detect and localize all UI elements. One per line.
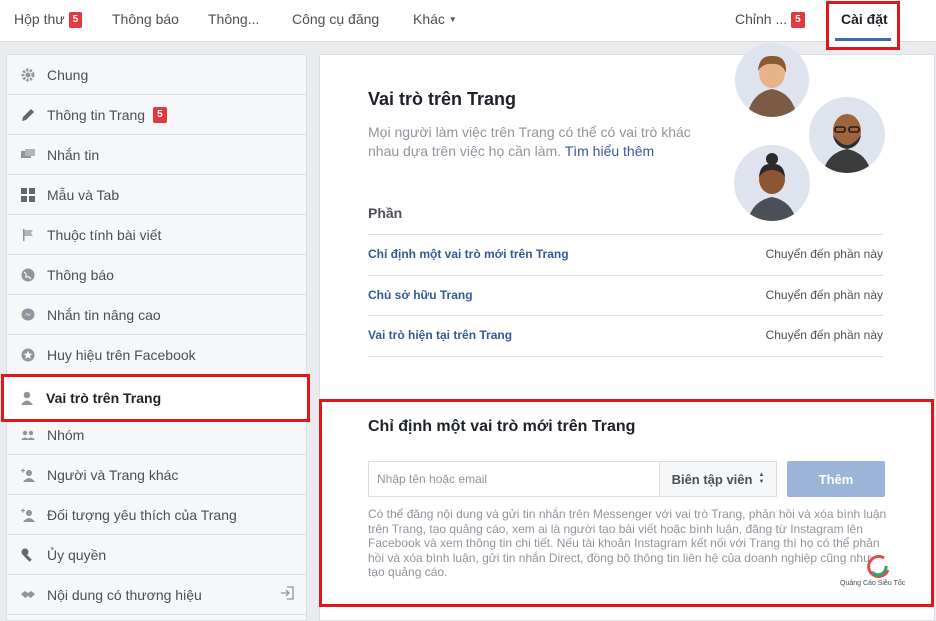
- sidebar-item-label: Thông báo: [47, 266, 114, 283]
- sidebar-item-label: Huy hiệu trên Facebook: [47, 346, 196, 363]
- sidebar-item-facebook-badges[interactable]: Huy hiệu trên Facebook: [7, 335, 306, 375]
- sidebar-item-advanced-messaging[interactable]: Nhắn tin nâng cao: [7, 295, 306, 335]
- handshake-icon: [19, 586, 37, 604]
- sidebar-item-page-info[interactable]: Thông tin Trang 5: [7, 95, 306, 135]
- grid-icon: [19, 186, 37, 204]
- page-info-badge: 5: [153, 106, 167, 123]
- role-help-text: Có thể đăng nội dung và gửi tin nhắn trê…: [368, 507, 887, 579]
- learn-more-link[interactable]: Tìm hiểu thêm: [565, 143, 654, 159]
- flag-icon: [19, 226, 37, 244]
- sidebar-item-label: Thuộc tính bài viết: [47, 226, 162, 243]
- nav-insights[interactable]: Thông...: [208, 0, 259, 42]
- role-select-value: Biên tập viên: [671, 471, 753, 487]
- sidebar-item-people-other-pages[interactable]: Người và Trang khác: [7, 455, 306, 495]
- pencil-icon: [19, 106, 37, 124]
- nav-more[interactable]: Khác ▼: [413, 0, 457, 42]
- go-to-section-link[interactable]: Chuyển đến phần này: [766, 288, 883, 302]
- sidebar-item-label: Nhắn tin nâng cao: [47, 306, 161, 323]
- active-tab-underline: [835, 38, 891, 41]
- sidebar-item-label: Nhắn tin: [47, 146, 100, 163]
- caret-down-icon: ▼: [448, 15, 457, 24]
- sidebar-item-notifications[interactable]: Thông báo: [7, 255, 306, 295]
- nav-inbox-label: Hộp thư: [14, 11, 65, 27]
- sidebar-item-label: Nội dung có thương hiệu: [47, 586, 202, 603]
- sidebar-item-label: Mẫu và Tab: [47, 186, 120, 203]
- tab-settings-label: Cài đặt: [841, 11, 888, 27]
- nav-inbox[interactable]: Hộp thư 5: [14, 0, 83, 42]
- chat-icon: [19, 146, 37, 164]
- page-roles-description: Mọi người làm việc trên Trang có thể có …: [368, 123, 708, 161]
- messenger-icon: [19, 306, 37, 324]
- gear-icon: [19, 66, 37, 84]
- person-plus-icon: [19, 506, 37, 524]
- sidebar-item-messaging[interactable]: Nhắn tin: [7, 135, 306, 175]
- section-row[interactable]: Chủ sở hữu Trang Chuyển đến phần này: [368, 275, 883, 316]
- settings-sidebar: Chung Thông tin Trang 5 Nhắn tin Mẫu và …: [6, 54, 307, 621]
- sidebar-item-authorizations[interactable]: Ủy quyền: [7, 535, 306, 575]
- avatar: [735, 43, 809, 117]
- sidebar-item-label: Thông tin Trang: [47, 106, 146, 123]
- sidebar-item-post-attribution[interactable]: Thuộc tính bài viết: [7, 215, 306, 255]
- nav-more-label: Khác: [413, 11, 445, 27]
- go-to-section-link[interactable]: Chuyển đến phần này: [766, 328, 883, 342]
- globe-icon: [19, 266, 37, 284]
- sort-arrows-icon: ▲ ▼: [758, 472, 765, 485]
- person-icon: [18, 389, 36, 407]
- sidebar-item-branded-content[interactable]: Nội dung có thương hiệu: [7, 575, 306, 615]
- sidebar-item-label: Ủy quyền: [47, 546, 107, 563]
- nav-insights-label: Thông...: [208, 11, 260, 27]
- sidebar-item-label: Vai trò trên Trang: [46, 390, 162, 406]
- watermark-logo: Quảng Cáo Siêu Tốc: [834, 552, 914, 592]
- section-row-label[interactable]: Chủ sở hữu Trang: [368, 288, 473, 302]
- sidebar-item-page-roles[interactable]: Vai trò trên Trang: [1, 374, 310, 422]
- go-to-section-link[interactable]: Chuyển đến phần này: [766, 247, 883, 261]
- sections-heading: Phần: [368, 205, 403, 221]
- group-icon: [19, 426, 37, 444]
- star-icon: [19, 346, 37, 364]
- wrench-icon: [19, 546, 37, 564]
- person-plus-icon: [19, 466, 37, 484]
- watermark-text: Quảng Cáo Siêu Tốc: [840, 580, 906, 587]
- assign-role-title: Chỉ định một vai trò mới trên Trang: [368, 418, 636, 435]
- sidebar-item-label: Nhóm: [47, 426, 85, 443]
- nav-notifications-label: Thông báo: [112, 11, 179, 27]
- sidebar-item-templates-tabs[interactable]: Mẫu và Tab: [7, 175, 306, 215]
- avatar: [809, 97, 885, 173]
- nav-edit-label: Chỉnh ...: [735, 11, 788, 27]
- section-row[interactable]: Chỉ định một vai trò mới trên Trang Chuy…: [368, 234, 883, 275]
- sign-in-icon[interactable]: [280, 586, 294, 603]
- nav-edit[interactable]: Chỉnh ... 5: [735, 0, 805, 42]
- sidebar-item-label: Người và Trang khác: [47, 466, 179, 483]
- section-row-label[interactable]: Chỉ định một vai trò mới trên Trang: [368, 247, 569, 261]
- add-role-button[interactable]: Thêm: [787, 461, 885, 497]
- sidebar-item-label: Đối tượng yêu thích của Trang: [47, 506, 237, 523]
- sidebar-item-label: Chung: [47, 66, 89, 83]
- section-row[interactable]: Vai trò hiện tại trên Trang Chuyển đến p…: [368, 315, 883, 356]
- section-row-label[interactable]: Vai trò hiện tại trên Trang: [368, 328, 512, 342]
- avatar: [734, 145, 810, 221]
- page-top-nav: Hộp thư 5 Thông báo Thông... Công cụ đăng…: [0, 0, 936, 42]
- nav-publishing-tools[interactable]: Công cụ đăng: [292, 0, 379, 42]
- assign-role-section: Chỉ định một vai trò mới trên Trang Biên…: [319, 399, 934, 607]
- inbox-badge: 5: [68, 12, 83, 28]
- tab-settings[interactable]: Cài đặt: [826, 1, 900, 50]
- name-or-email-input[interactable]: [368, 461, 660, 497]
- page-title: Vai trò trên Trang: [368, 89, 517, 109]
- sidebar-item-general[interactable]: Chung: [7, 55, 306, 95]
- sidebar-item-preferred-audience[interactable]: Đối tượng yêu thích của Trang: [7, 495, 306, 535]
- divider: [368, 356, 883, 357]
- role-select[interactable]: Biên tập viên ▲ ▼: [659, 461, 777, 497]
- edit-badge: 5: [791, 12, 805, 28]
- nav-publishing-tools-label: Công cụ đăng: [292, 11, 380, 27]
- nav-notifications[interactable]: Thông báo: [112, 0, 179, 42]
